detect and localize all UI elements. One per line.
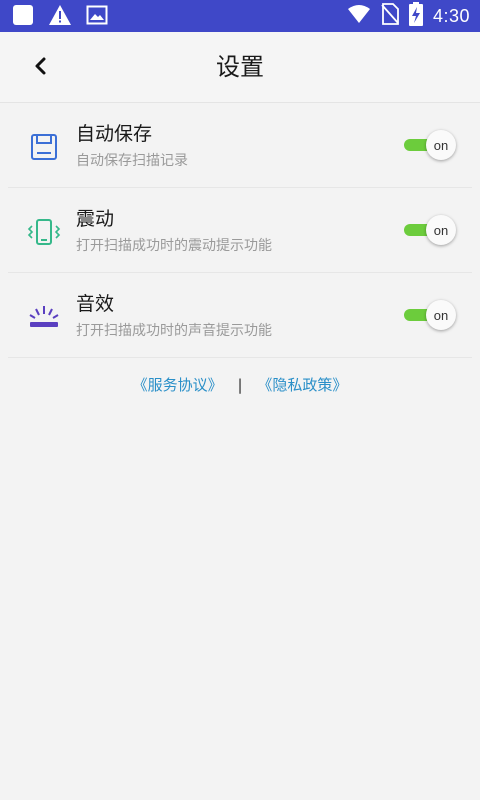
image-icon — [86, 5, 108, 29]
page-title: 设置 — [216, 53, 264, 81]
auto-save-toggle[interactable]: on — [404, 129, 456, 161]
app-header: 设置 — [0, 32, 480, 103]
service-agreement-link[interactable]: 《服务协议》 — [133, 376, 223, 394]
privacy-policy-link[interactable]: 《隐私政策》 — [257, 376, 347, 394]
toggle-knob: on — [426, 130, 456, 160]
status-bar-notifications — [12, 4, 122, 30]
setting-title: 音效 — [76, 293, 115, 315]
setting-row-auto-save: 自动保存 自动保存扫描记录 on — [8, 103, 472, 188]
setting-description: 打开扫描成功时的震动提示功能 — [76, 238, 272, 254]
setting-row-vibrate: 震动 打开扫描成功时的震动提示功能 on — [8, 188, 472, 273]
setting-title: 自动保存 — [76, 123, 153, 145]
setting-title: 震动 — [76, 208, 115, 230]
toggle-knob: on — [426, 215, 456, 245]
sound-effect-icon — [24, 297, 64, 337]
status-bar-system: 4:30 — [337, 0, 470, 32]
setting-description: 自动保存扫描记录 — [76, 153, 188, 169]
wifi-icon — [347, 4, 371, 28]
setting-description: 打开扫描成功时的声音提示功能 — [76, 323, 272, 339]
legal-links: 《服务协议》 | 《隐私政策》 — [0, 373, 480, 397]
sound-toggle[interactable]: on — [404, 299, 456, 331]
vibrate-toggle[interactable]: on — [404, 214, 456, 246]
setting-row-sound: 音效 打开扫描成功时的声音提示功能 on — [8, 273, 472, 358]
status-bar: 4:30 — [0, 0, 480, 32]
notification-square-icon — [12, 4, 34, 30]
settings-list: 自动保存 自动保存扫描记录 on 震动 打开扫描成功时的震动提示功能 on 音效… — [0, 103, 480, 358]
vibrate-phone-icon — [24, 212, 64, 252]
warning-icon — [48, 4, 72, 30]
link-separator: | — [237, 376, 243, 394]
status-time: 4:30 — [432, 5, 470, 26]
save-icon — [24, 127, 64, 167]
battery-charging-icon — [408, 2, 423, 30]
no-sim-icon — [381, 3, 399, 29]
toggle-knob: on — [426, 300, 456, 330]
